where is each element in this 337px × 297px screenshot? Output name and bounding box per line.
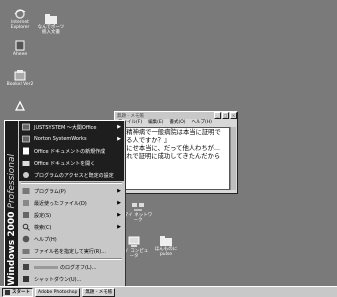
start-button[interactable]: スタート	[2, 287, 33, 297]
submenu-arrow-icon: ▶	[117, 200, 121, 206]
menu-item-office-new[interactable]: Office ドキュメントの新規作成	[19, 145, 124, 157]
logoff-icon	[23, 264, 29, 270]
menu-item-shutdown[interactable]: シャットダウン(U)...	[19, 273, 124, 285]
network-icon	[132, 203, 144, 211]
close-button[interactable]: ×	[230, 112, 237, 119]
menu-item-settings[interactable]: 設定(S) ▶	[19, 209, 124, 221]
help-icon	[22, 235, 30, 243]
maximize-button[interactable]: □	[222, 112, 229, 119]
desktop-icon-label: マイ ネットワーク	[123, 213, 153, 223]
desktop-icon-label: Aheee	[12, 52, 28, 57]
taskbar-button-notepad[interactable]: 無題 - メモ帳	[82, 287, 116, 297]
submenu-arrow-icon: ▶	[117, 124, 121, 130]
menu-item-norton[interactable]: Norton SystemWorks ▶	[19, 133, 124, 145]
menu-item-label: ヘルプ(H)	[34, 236, 57, 243]
book-app-icon	[14, 70, 26, 81]
desktop-icon-network[interactable]: マイ ネットワーク	[122, 202, 154, 223]
program-group-icon	[22, 123, 30, 131]
menu-item-label: プログラムのアクセスと既定の設定	[34, 172, 114, 179]
taskbar-button-label: 無題 - メモ帳	[85, 290, 113, 295]
menu-item-label: Office ドキュメントを開く	[34, 160, 96, 167]
banner-brand: Windows 2000	[7, 211, 17, 285]
minimize-button[interactable]: _	[214, 112, 221, 119]
menu-item-label: 検索(C)	[34, 224, 52, 231]
desktop-icon-label: Internet Explorer	[10, 20, 30, 30]
menu-item-label: Office ドキュメントの新規作成	[34, 148, 106, 155]
start-menu-banner: Windows 2000 Professional	[5, 121, 18, 289]
desktop-icon-label: ほんものに pulse	[154, 247, 178, 257]
submenu-arrow-icon: ▶	[117, 136, 121, 142]
menu-separator	[21, 182, 122, 184]
menu-item-search[interactable]: 検索(C) ▶	[19, 221, 124, 233]
menu-format[interactable]: 書式(O)	[169, 119, 185, 125]
menu-item-label: シャットダウン(U)...	[34, 276, 82, 283]
menu-item-label: ファイル名を指定して実行(R)...	[34, 248, 106, 255]
menu-item-logoff[interactable]: のログオフ(L)...	[19, 261, 124, 273]
desktop-icon-recycle[interactable]	[5, 100, 35, 113]
menu-separator	[21, 258, 122, 260]
desktop-icon-docs[interactable]: なんでポーツ 統入文書	[36, 14, 66, 35]
text-area[interactable]: 『精神病で一般病院は本当に証明できる人ですか？』 なにせ本当に、だって他人わちが…	[117, 127, 230, 190]
taskbar-button-photoshop[interactable]: Adobe Photoshop	[35, 287, 81, 297]
folder-icon	[160, 236, 172, 246]
vertical-scrollbar[interactable]	[230, 127, 236, 190]
desktop-icon-ie[interactable]: Internet Explorer	[5, 8, 35, 30]
menu-item-help[interactable]: ヘルプ(H)	[19, 233, 124, 245]
desktop-icon-folder2[interactable]: ほんものに pulse	[150, 236, 182, 257]
search-icon	[22, 223, 30, 231]
windows-logo-icon	[5, 289, 10, 295]
notepad-window[interactable]: 無題 - メモ帳 _ □ × ファイル(F) 編集(E) 書式(O) ヘルプ(H…	[114, 111, 238, 194]
desktop-icon-label: Bookxl Ver2	[6, 82, 34, 87]
menu-item-run[interactable]: ファイル名を指定して実行(R)...	[19, 245, 124, 257]
menu-item-label: プログラム(P)	[34, 188, 66, 195]
recycle-bin-icon	[14, 100, 26, 111]
menu-item-documents[interactable]: 最近使ったファイル(D) ▶	[19, 197, 124, 209]
menu-edit[interactable]: 編集(E)	[148, 119, 163, 125]
title-bar[interactable]: 無題 - メモ帳 _ □ ×	[115, 112, 237, 119]
menu-item-defaults[interactable]: プログラムのアクセスと既定の設定	[19, 169, 124, 181]
redacted-username	[34, 265, 58, 269]
menu-item-programs[interactable]: プログラム(P) ▶	[19, 185, 124, 197]
menu-item-justsystem[interactable]: JUSTSYSTEM ～大関Office ▶	[19, 121, 124, 133]
taskbar: スタート Adobe Photoshop 無題 - メモ帳	[0, 286, 337, 297]
window-title: 無題 - メモ帳	[117, 113, 144, 119]
shutdown-icon	[23, 276, 29, 282]
folder-icon	[45, 14, 57, 24]
office-open-icon	[22, 161, 30, 166]
menu-item-office-open[interactable]: Office ドキュメントを開く	[19, 157, 124, 169]
app-icon	[15, 40, 25, 51]
submenu-arrow-icon: ▶	[117, 224, 121, 230]
program-group-icon	[22, 135, 30, 143]
menu-item-label: Norton SystemWorks	[34, 136, 87, 142]
menu-item-label: のログオフ(L)...	[60, 264, 97, 271]
desktop-icon-bookxl[interactable]: Bookxl Ver2	[5, 70, 35, 87]
programs-icon	[22, 188, 30, 194]
submenu-arrow-icon: ▶	[117, 188, 121, 194]
start-button-label: スタート	[12, 290, 30, 295]
run-icon	[22, 249, 30, 254]
documents-icon	[23, 200, 29, 206]
menu-item-label: 最近使ったファイル(D)	[34, 200, 87, 207]
office-new-icon	[23, 147, 29, 155]
submenu-arrow-icon: ▶	[117, 212, 121, 218]
ie-icon	[14, 9, 26, 19]
taskbar-button-label: Adobe Photoshop	[38, 289, 78, 295]
menu-bar: ファイル(F) 編集(E) 書式(O) ヘルプ(H)	[115, 119, 237, 125]
menu-help[interactable]: ヘルプ(H)	[192, 119, 212, 125]
defaults-icon	[23, 172, 29, 178]
desktop-icon-label: なんでポーツ 統入文書	[37, 25, 65, 35]
menu-item-label: JUSTSYSTEM ～大関Office	[34, 124, 97, 131]
computer-icon	[128, 236, 140, 247]
start-menu: Windows 2000 Professional JUSTSYSTEM ～大関…	[4, 120, 126, 290]
desktop-icon-aheee[interactable]: Aheee	[5, 40, 35, 57]
banner-edition: Professional	[7, 153, 17, 208]
menu-item-label: 設定(S)	[34, 212, 52, 219]
settings-icon	[23, 212, 29, 218]
